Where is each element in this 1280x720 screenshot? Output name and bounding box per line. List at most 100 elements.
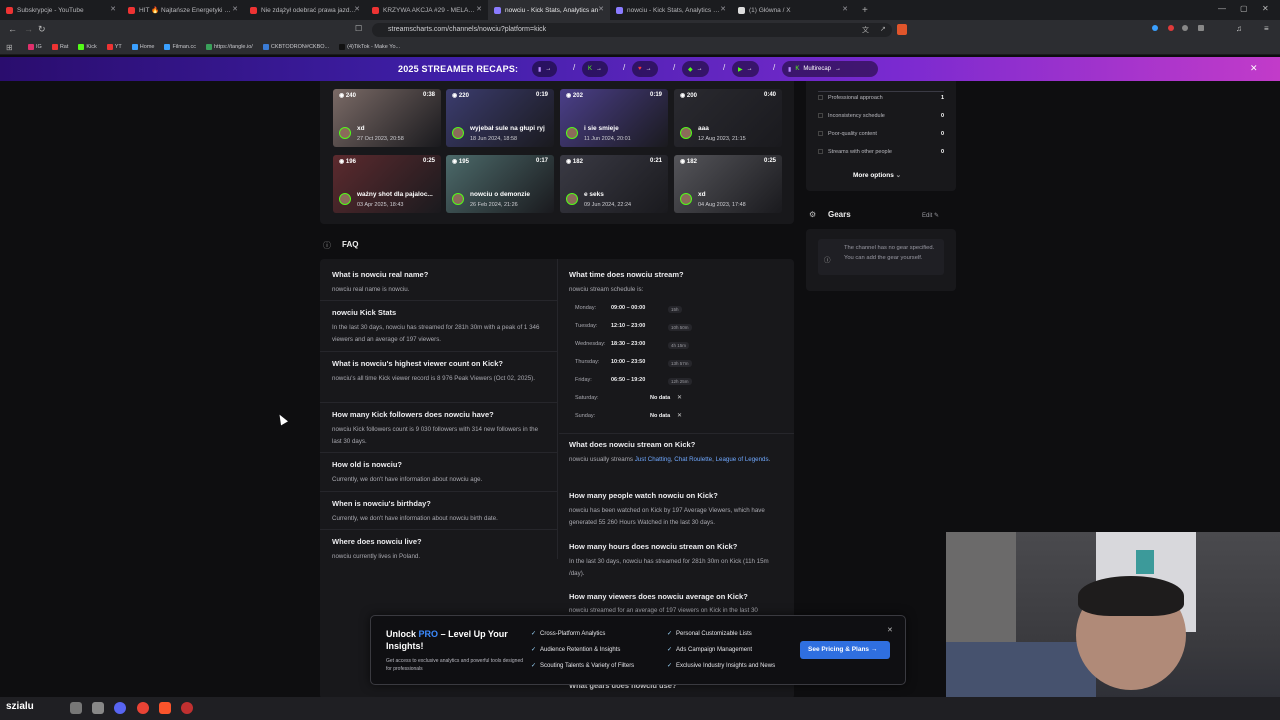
tab-favicon-icon (738, 6, 745, 14)
clip-card[interactable]: ◉ 220 0:19 wyjebał sule na głupi ryj 18 Jun… (446, 89, 554, 147)
apps-grid-icon[interactable]: ⊞ (6, 43, 13, 52)
recap-chip-rumble[interactable]: ▶ → (732, 61, 759, 77)
bookmark-item[interactable]: YT (106, 44, 122, 50)
faq-question: What is nowciu real name? (332, 270, 429, 279)
reason-label: Poor-quality content (828, 131, 877, 137)
clip-avatar (680, 193, 692, 205)
reason-item[interactable]: Streams with other people 0 (818, 149, 944, 155)
tab-close-icon[interactable]: ✕ (842, 5, 848, 13)
menu-icon[interactable]: ≡ (1264, 24, 1269, 33)
browser-tab[interactable]: Nie zdążył odebrać prawa jazdy a już✕ (244, 0, 366, 20)
discord-icon[interactable] (114, 702, 126, 714)
tab-close-icon[interactable]: ✕ (232, 5, 238, 13)
browser-tab[interactable]: KRZYWA AKCJA #29 - MELANŻOWA✕ (366, 0, 488, 20)
explorer-icon[interactable] (92, 702, 104, 714)
clip-card[interactable]: ◉ 182 0:21 e seks 09 Jun 2024, 22:24 (560, 155, 668, 213)
multirecap-button[interactable]: ▮ K Multirecap → (782, 61, 878, 77)
bookmark-item[interactable]: Kick (78, 44, 97, 50)
tab-close-icon[interactable]: ✕ (110, 5, 116, 13)
clip-card[interactable]: ◉ 196 0:25 ważny shot dla pajaloc... 03 Apr… (333, 155, 441, 213)
minimize-icon[interactable]: — (1218, 4, 1226, 13)
category-link[interactable]: Just Chatting (635, 456, 671, 463)
clip-card[interactable]: ◉ 200 0:40 aaa 12 Aug 2023, 21:15 (674, 89, 782, 147)
clip-card[interactable]: ◉ 240 0:38 xd 27 Oct 2023, 20:58 (333, 89, 441, 147)
bookmark-label: CKBTODRON#CKBO... (270, 44, 330, 50)
extension-icon[interactable] (1168, 25, 1174, 31)
chrome-icon[interactable] (137, 702, 149, 714)
clip-card[interactable]: ◉ 202 0:19 i sie smieje 11 Jun 2024, 20:01 (560, 89, 668, 147)
bookmark-item[interactable]: Filman.cc (164, 44, 196, 50)
steam-icon[interactable] (70, 702, 82, 714)
edit-label: Edit (922, 213, 933, 219)
reason-item[interactable]: Inconsistency schedule 0 (818, 113, 944, 119)
extension-icon[interactable] (1182, 25, 1188, 31)
recap-chip-twitch[interactable]: ▮ → (532, 61, 558, 77)
faq-answer: nowciu currently lives in Poland. (332, 553, 421, 560)
promo-feature-label: Cross-Platform Analytics (540, 631, 606, 637)
checkbox-icon (818, 95, 823, 100)
promo-close-icon[interactable]: ✕ (887, 626, 893, 634)
clip-card[interactable]: ◉ 182 0:25 xd 04 Aug 2023, 17:48 (674, 155, 782, 213)
gears-title: Gears (828, 210, 851, 219)
banner-close-icon[interactable]: ✕ (1250, 63, 1258, 74)
schedule-duration: 12h 25m (668, 377, 692, 385)
bookmark-item[interactable]: Rat (51, 44, 68, 50)
gears-edit-button[interactable]: Edit ✎ (922, 212, 939, 219)
category-link[interactable]: League of Legends (716, 456, 769, 463)
recap-chip-kick[interactable]: K → (582, 61, 609, 77)
tab-close-icon[interactable]: ✕ (476, 5, 482, 13)
reason-item[interactable]: Poor-quality content 0 (818, 131, 944, 137)
recap-chip-other[interactable]: ◆ → (682, 61, 709, 77)
browser-tab[interactable]: Subskrypcje - YouTube ✕ (0, 0, 122, 20)
tab-close-icon[interactable]: ✕ (720, 5, 726, 13)
browser-tab[interactable]: nowciu - Kick Stats, Analytics and Ch✕ (610, 0, 732, 20)
recap-chip-youtube[interactable]: ♥ → (632, 61, 658, 77)
brave-icon[interactable] (159, 702, 171, 714)
clip-date: 11 Jun 2024, 20:01 (584, 136, 631, 142)
app-icon[interactable] (181, 702, 193, 714)
close-window-icon[interactable]: ✕ (1262, 4, 1269, 13)
tab-close-icon[interactable]: ✕ (598, 5, 604, 13)
clip-card[interactable]: ◉ 195 0:17 nowciu o demonzie 26 Feb 2024, 2… (446, 155, 554, 213)
bookmark-item[interactable]: IG (28, 44, 42, 50)
media-icon[interactable]: ♫ (1236, 24, 1242, 33)
new-tab-icon[interactable]: + (862, 5, 868, 16)
bookmark-item[interactable]: Home (131, 44, 154, 50)
more-options-button[interactable]: More options ⌄ (853, 171, 901, 179)
reload-icon[interactable]: ↻ (38, 24, 46, 35)
browser-tab[interactable]: (1) Główna / X ✕ (732, 0, 854, 20)
reason-count: 0 (940, 131, 944, 137)
bookmark-item[interactable]: https://tangle.io/ (206, 44, 253, 50)
brave-shield-icon[interactable] (897, 24, 907, 35)
extensions-puzzle-icon[interactable] (1198, 25, 1204, 31)
maximize-icon[interactable]: ▢ (1240, 4, 1248, 13)
bookmark-favicon-icon (164, 44, 171, 50)
check-icon: ✓ (667, 647, 673, 653)
divider (320, 452, 557, 453)
browser-tab[interactable]: nowciu - Kick Stats, Analytics an ✕ (488, 0, 610, 20)
divider (818, 91, 944, 92)
bookmark-item[interactable]: CKBTODRON#CKBO... (262, 44, 330, 50)
tab-close-icon[interactable]: ✕ (354, 5, 360, 13)
browser-tab[interactable]: HIT 🔥 Najtańsze Energetyki W HIST✕ (122, 0, 244, 20)
promo-feature-label: Personal Customizable Lists (676, 631, 752, 637)
extension-icon[interactable] (1152, 25, 1158, 31)
clip-avatar (680, 127, 692, 139)
category-link[interactable]: Chat Roulette (674, 456, 712, 463)
see-pricing-button[interactable]: See Pricing & Plans → (800, 641, 890, 659)
faq-question: What does nowciu stream on Kick? (569, 440, 696, 449)
reason-item[interactable]: Professional approach 1 (818, 95, 944, 101)
share-icon[interactable]: ↗ (880, 25, 886, 33)
back-icon[interactable]: ← (8, 24, 17, 34)
bookmark-icon[interactable]: ☐ (355, 24, 362, 33)
translate-icon[interactable]: 文 (862, 25, 869, 35)
bookmark-favicon-icon (262, 44, 269, 50)
forward-icon[interactable]: → (24, 24, 33, 34)
arrow-icon: → (596, 66, 603, 72)
url-field[interactable]: streamscharts.com/channels/nowciu?platfo… (372, 23, 892, 37)
bookmark-favicon-icon (51, 44, 58, 50)
clip-duration: 0:17 (535, 158, 548, 164)
bookmark-item[interactable]: (4)TikTok - Make Yo... (339, 44, 400, 50)
twitch-icon: ▮ (788, 66, 792, 73)
clip-date: 12 Aug 2023, 21:15 (698, 136, 746, 142)
